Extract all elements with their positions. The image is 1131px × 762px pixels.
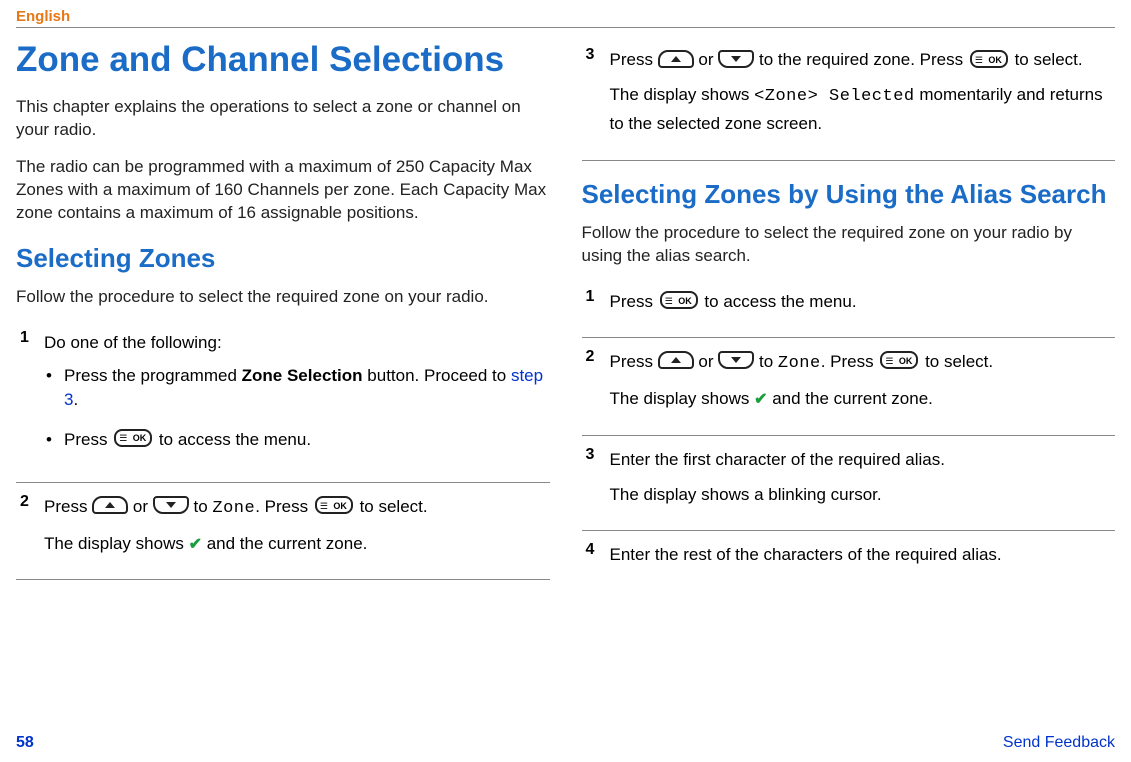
alias-step-2-l1e: to select. xyxy=(925,352,993,371)
zone-selected-mono: <Zone> Selected xyxy=(754,87,915,106)
step-1-number: 1 xyxy=(16,329,44,468)
intro-paragraph-1: This chapter explains the operations to … xyxy=(16,96,550,142)
step-3-text-d: to select. xyxy=(1015,50,1083,69)
alias-step-1-number: 1 xyxy=(582,288,610,323)
step-2-line2-b: and the current zone. xyxy=(202,534,367,553)
up-arrow-icon xyxy=(92,496,128,514)
bullet-dot: • xyxy=(44,428,64,452)
alias-step-4-content: Enter the rest of the characters of the … xyxy=(610,541,1116,576)
step-2-text-c: to xyxy=(194,497,213,516)
alias-step-1-a: Press xyxy=(610,292,658,311)
alias-step-2-l2b: and the current zone. xyxy=(767,389,932,408)
zone-mono: Zone xyxy=(212,499,255,518)
zone-selection-bold: Zone Selection xyxy=(242,366,363,385)
step-3-line2-a: The display shows xyxy=(610,85,755,104)
bullet-dot: • xyxy=(44,364,64,412)
alias-step-4: 4 Enter the rest of the characters of th… xyxy=(582,535,1116,584)
alias-step-4-number: 4 xyxy=(582,541,610,576)
alias-step-3-l2: The display shows a blinking cursor. xyxy=(610,481,1116,508)
menu-ok-icon xyxy=(970,50,1008,68)
step-2-text-d: . Press xyxy=(255,497,313,516)
step-divider xyxy=(582,160,1116,161)
alias-step-4-l1: Enter the rest of the characters of the … xyxy=(610,541,1116,568)
step-3-text-b: or xyxy=(698,50,718,69)
left-column: Zone and Channel Selections This chapter… xyxy=(16,40,550,590)
step-2-text-e: to select. xyxy=(360,497,428,516)
alias-step-2-l1d: . Press xyxy=(821,352,879,371)
step-divider xyxy=(582,337,1116,338)
check-icon: ✔ xyxy=(754,391,767,408)
step-divider xyxy=(582,435,1116,436)
step-2-line2-a: The display shows xyxy=(44,534,189,553)
step-1: 1 Do one of the following: • Press the p… xyxy=(16,323,550,476)
page-number: 58 xyxy=(16,734,34,752)
step-3-content: Press or to the required zone. Press to … xyxy=(610,46,1116,146)
step-3-number: 3 xyxy=(582,46,610,146)
alias-step-1-content: Press to access the menu. xyxy=(610,288,1116,323)
alias-step-3-l1: Enter the first character of the require… xyxy=(610,446,1116,473)
check-icon: ✔ xyxy=(189,536,202,553)
bullet-2-text-a: Press xyxy=(64,430,112,449)
alias-step-1: 1 Press to access the menu. xyxy=(582,282,1116,331)
section-alias-search-intro: Follow the procedure to select the requi… xyxy=(582,222,1116,268)
bullet-2-text-b: to access the menu. xyxy=(159,430,311,449)
section-selecting-zones-title: Selecting Zones xyxy=(16,243,550,274)
right-column: 3 Press or to the required zone. Press t… xyxy=(582,40,1116,590)
alias-step-3-content: Enter the first character of the require… xyxy=(610,446,1116,516)
step-1-content: Do one of the following: • Press the pro… xyxy=(44,329,550,468)
alias-step-3-number: 3 xyxy=(582,446,610,516)
menu-ok-icon xyxy=(880,351,918,369)
step-2-text-b: or xyxy=(133,497,153,516)
step-divider xyxy=(582,530,1116,531)
send-feedback-link[interactable]: Send Feedback xyxy=(1003,734,1115,752)
step-divider xyxy=(16,579,550,580)
alias-step-2-l1b: or xyxy=(698,352,718,371)
bullet-1-text-a: Press the programmed xyxy=(64,366,242,385)
up-arrow-icon xyxy=(658,351,694,369)
alias-step-2-l1a: Press xyxy=(610,352,658,371)
down-arrow-icon xyxy=(718,351,754,369)
menu-ok-icon xyxy=(660,291,698,309)
step-divider xyxy=(16,482,550,483)
alias-step-2-l1c: to xyxy=(759,352,778,371)
menu-ok-icon xyxy=(315,496,353,514)
step-1-lead: Do one of the following: xyxy=(44,329,550,356)
bullet-1-text-b: button. Proceed to xyxy=(363,366,511,385)
section-alias-search-title: Selecting Zones by Using the Alias Searc… xyxy=(582,179,1116,210)
alias-step-2-l2a: The display shows xyxy=(610,389,755,408)
step-3-text-c: to the required zone. Press xyxy=(759,50,968,69)
alias-step-2-content: Press or to Zone. Press to select. The d… xyxy=(610,348,1116,421)
header-divider xyxy=(16,27,1115,28)
alias-step-1-b: to access the menu. xyxy=(704,292,856,311)
section-selecting-zones-intro: Follow the procedure to select the requi… xyxy=(16,286,550,309)
menu-ok-icon xyxy=(114,429,152,447)
step-3: 3 Press or to the required zone. Press t… xyxy=(582,40,1116,154)
step-2-number: 2 xyxy=(16,493,44,566)
step-1-bullet-2: • Press to access the menu. xyxy=(44,428,550,452)
down-arrow-icon xyxy=(153,496,189,514)
down-arrow-icon xyxy=(718,50,754,68)
step-2-content: Press or to Zone. Press to select. The d… xyxy=(44,493,550,566)
bullet-1-text-c: . xyxy=(73,390,78,409)
step-2-text-a: Press xyxy=(44,497,92,516)
alias-step-3: 3 Enter the first character of the requi… xyxy=(582,440,1116,524)
intro-paragraph-2: The radio can be programmed with a maxim… xyxy=(16,156,550,225)
language-label: English xyxy=(16,8,1115,25)
step-2: 2 Press or to Zone. Press to select. The… xyxy=(16,487,550,574)
step-3-text-a: Press xyxy=(610,50,658,69)
up-arrow-icon xyxy=(658,50,694,68)
step-1-bullet-1: • Press the programmed Zone Selection bu… xyxy=(44,364,550,412)
zone-mono: Zone xyxy=(778,354,821,373)
page-title: Zone and Channel Selections xyxy=(16,40,550,80)
alias-step-2: 2 Press or to Zone. Press to select. The… xyxy=(582,342,1116,429)
footer: 58 Send Feedback xyxy=(16,734,1115,752)
alias-step-2-number: 2 xyxy=(582,348,610,421)
